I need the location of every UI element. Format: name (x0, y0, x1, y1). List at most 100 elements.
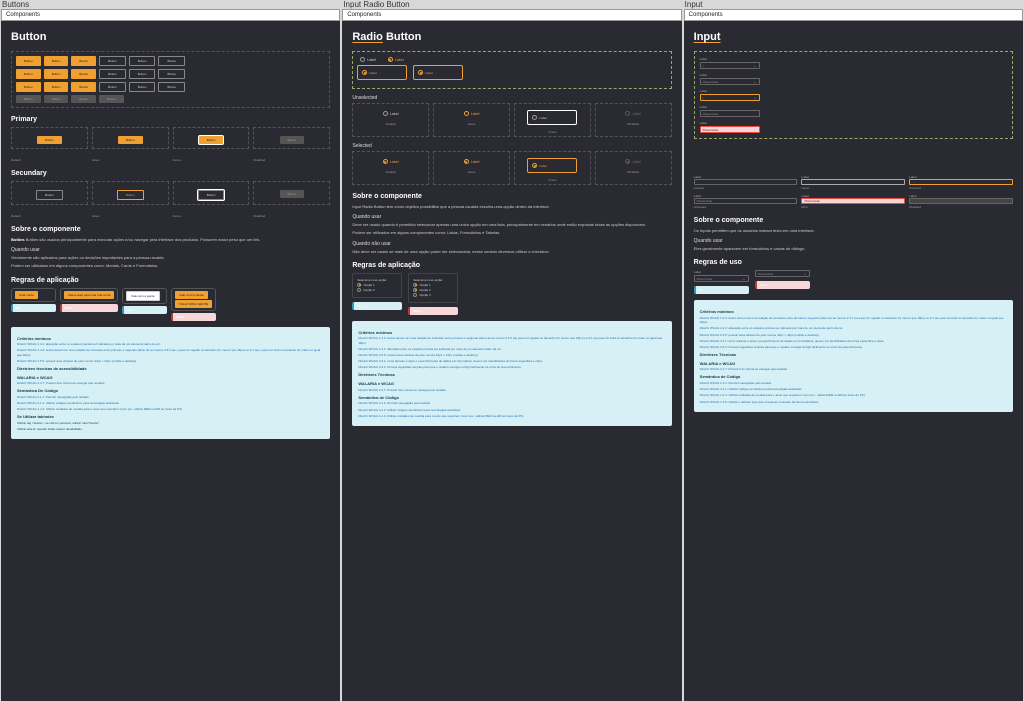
col-title: Input (684, 0, 1023, 9)
button-disabled: Button (16, 95, 41, 103)
primary-states: Button Button Button Button (11, 127, 330, 149)
section-primary: Primary (11, 116, 330, 123)
radio-sel-focus[interactable]: Label (527, 158, 577, 173)
cta-fale-upper[interactable]: FALE COM A GENTE (175, 300, 212, 308)
criteria-box: Critérios mínimos Diretriz WCAG 1.4.1: a… (11, 327, 330, 440)
button-primary[interactable]: Button (16, 56, 41, 66)
radio-variants: Label Label Label Label (352, 51, 671, 89)
input-example-bad[interactable]: Placeholder⌄ (755, 270, 810, 277)
button-outline[interactable]: Button (99, 82, 126, 92)
input-field[interactable]: Placeholder (700, 110, 760, 117)
input-inactive[interactable] (694, 179, 798, 185)
radio-opt[interactable]: Opção 3 (413, 293, 453, 297)
cta-fale-caps[interactable]: Fale Com A Gente (175, 291, 208, 299)
crit-item: Diretriz WCAG 1.4.1: alteração entre os … (358, 347, 665, 351)
radio-unselected[interactable]: Label (357, 56, 379, 63)
radio-sel-default[interactable]: Label (380, 158, 402, 165)
criteria-box: Critérios mínimos Diretriz WCAG 1.4.3: t… (352, 321, 671, 426)
button-secondary-focus[interactable]: Button (198, 190, 225, 200)
input-error[interactable]: Placeholder (801, 198, 905, 204)
button-outline[interactable]: Button (99, 69, 126, 79)
button-outline[interactable]: Button (158, 69, 185, 79)
radio-opt[interactable]: Opção 2 (413, 288, 453, 292)
radio-opt[interactable]: Opção 1 (357, 283, 397, 287)
about-heading: Sobre o componente (694, 217, 1013, 224)
radio-sel-hover[interactable]: Label (461, 158, 483, 165)
sem-item: Diretriz WCAG 1.4.4: Utilizar unidades d… (700, 393, 1007, 397)
sem-item: Diretriz WCAG 1.3.5: Utilizar o atributo… (700, 400, 1007, 404)
crit-item: Diretriz WCAG 2.5.5: possuir área clicáv… (700, 333, 1007, 337)
radio-hover[interactable]: Label (461, 110, 483, 117)
select-example-good: Selecione uma opção: Opção 1 Opção 2 (352, 273, 402, 298)
state-label: Error (801, 205, 905, 209)
button-primary-focus[interactable]: Button (199, 136, 224, 144)
button-outline[interactable]: Button (129, 56, 156, 66)
input-variants: Label|⌄ LabelPlaceholder⌄ Label|⌄ LabelP… (694, 51, 1013, 139)
about-heading: Sobre o componente (352, 193, 671, 200)
rules-heading: Regras de aplicação (11, 277, 330, 284)
radio-opt[interactable]: Opção 2 (357, 288, 397, 292)
when-heading: Quando usar (11, 247, 330, 253)
sem-heading: Semântica De Código (17, 388, 324, 394)
button-outline[interactable]: Button (129, 82, 156, 92)
when-text: Podem ser utilizados em alguns component… (352, 230, 671, 235)
button-outline[interactable]: Button (129, 69, 156, 79)
button-primary[interactable]: Button (71, 56, 96, 66)
input-focused[interactable] (909, 179, 1013, 185)
cta-examples: Criar conta Do Clique aqui para criar su… (11, 288, 330, 321)
cta-criar-conta[interactable]: Criar conta (15, 291, 38, 299)
button-primary-hover[interactable]: Button (118, 136, 143, 144)
state-label: Disabled (253, 214, 330, 218)
radio-selected[interactable]: Label (385, 56, 407, 63)
button-primary[interactable]: Button (44, 82, 69, 92)
button-disabled: Button (44, 95, 69, 103)
input-field-error[interactable]: Placeholder⌄ (700, 126, 760, 133)
radio-default[interactable]: Label (380, 110, 402, 117)
crit-heading: Critérios mínimos (700, 309, 1007, 315)
dt-heading: Diretrizes técnicas de acessibilidade (17, 366, 324, 372)
radio-opt[interactable]: Opção 1 (413, 283, 453, 287)
button-primary[interactable]: Button (16, 69, 41, 79)
button-outline[interactable]: Button (99, 56, 126, 66)
state-label: Focused (909, 186, 1013, 190)
input-disabled (909, 198, 1013, 204)
button-primary[interactable]: Button (71, 69, 96, 79)
button-primary-default[interactable]: Button (37, 136, 62, 144)
when-heading: Quando usar (352, 214, 671, 220)
input-field-focus[interactable]: |⌄ (700, 94, 760, 101)
col-radio: Input Radio Button Components Radio Butt… (341, 0, 682, 701)
button-primary[interactable]: Button (44, 69, 69, 79)
button-outline[interactable]: Button (158, 82, 185, 92)
wai-item: Diretriz WCAG 2.4.7: Possuir foco visíve… (700, 367, 1007, 371)
button-secondary-hover[interactable]: Button (117, 190, 144, 200)
breadcrumb[interactable]: Components (1, 9, 340, 21)
state-label: Hover (92, 158, 169, 162)
input-example-good[interactable]: Placeholder⌄ (694, 275, 749, 282)
page-title: Radio Button (352, 31, 671, 43)
state-label: Hover (801, 186, 905, 190)
cta-fale[interactable]: Fale com a gente (126, 291, 159, 301)
radio-focus[interactable]: Label (527, 110, 577, 125)
button-outline[interactable]: Button (158, 56, 185, 66)
input-hover[interactable] (801, 179, 905, 185)
radio-selected-boxed[interactable]: Label (357, 65, 407, 80)
dont-callout: Don't (60, 304, 118, 312)
breadcrumb[interactable]: Components (684, 9, 1023, 21)
button-primary[interactable]: Button (44, 56, 69, 66)
button-disabled: Button (71, 95, 96, 103)
button-primary[interactable]: Button (16, 82, 41, 92)
button-secondary-default[interactable]: Button (36, 190, 63, 200)
state-label: Focus (173, 214, 250, 218)
cta-long[interactable]: Clique aqui para criar sua conta (64, 291, 114, 299)
chevron-icon: ⌄ (753, 95, 756, 100)
crit-item: Diretriz WCAG 1.4.1: alteração entre os … (700, 326, 1007, 330)
input-activated[interactable]: Placeholder (694, 198, 798, 204)
input-field[interactable]: |⌄ (700, 62, 760, 69)
input-field[interactable]: Placeholder⌄ (700, 78, 760, 85)
about-text: Os Inputs permitem que os usuários insir… (694, 228, 1013, 233)
radio-selected-boxed[interactable]: Label (413, 65, 463, 80)
button-primary[interactable]: Button (71, 82, 96, 92)
about-heading: Sobre o componente (11, 226, 330, 233)
page-title: Input (694, 31, 721, 43)
breadcrumb[interactable]: Components (342, 9, 681, 21)
